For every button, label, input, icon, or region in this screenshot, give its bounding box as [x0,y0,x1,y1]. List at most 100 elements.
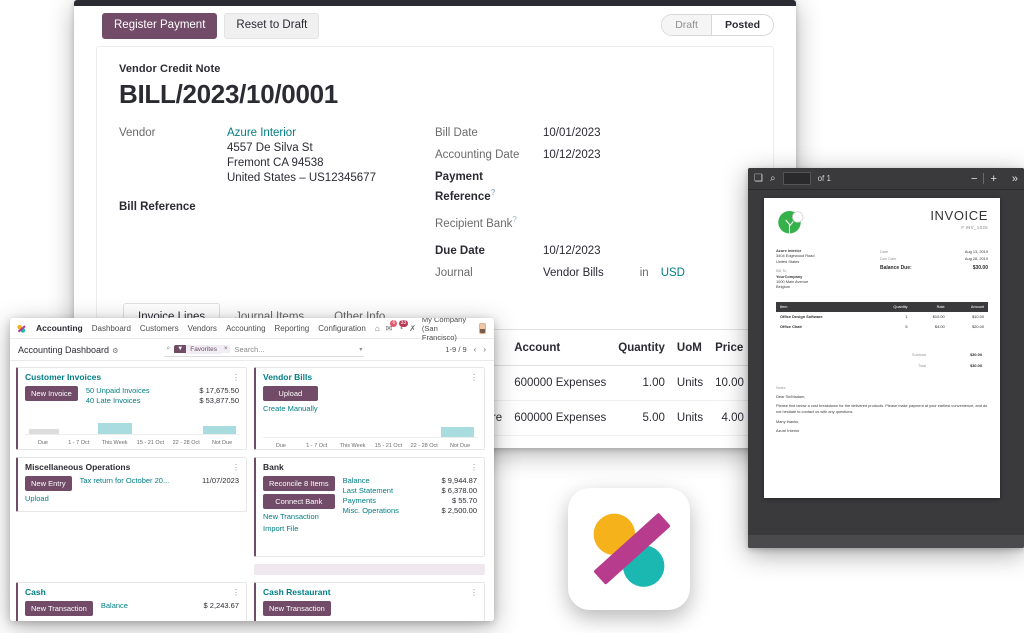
new-invoice-button[interactable]: New Invoice [25,386,78,401]
help-tooltip-icon[interactable]: ? [491,188,496,197]
card-menu-icon[interactable]: ⋮ [232,588,240,597]
navbar-app-name[interactable]: Accounting [36,323,83,333]
recipient-bank-label: Recipient Bank? [435,212,543,232]
stat-last-statement: Last Statement $ 6,378.00 [343,486,477,496]
column-price[interactable]: Price [709,331,750,366]
chevron-right-icon[interactable]: › [483,345,486,354]
card-menu-icon[interactable]: ⋮ [470,463,478,472]
row-item: Office Chair [780,324,803,330]
card-menu-icon[interactable]: ⋮ [470,588,478,597]
stat-label[interactable]: Last Statement [343,486,393,496]
card-title[interactable]: Cash Restaurant [263,587,331,597]
row-uom[interactable]: Units [670,365,710,401]
help-tooltip-icon[interactable]: ? [512,215,516,224]
debug-icon[interactable]: ✗ [409,324,416,333]
row-quantity: 5 [905,324,908,330]
sidebar-toggle-icon[interactable]: ❏ [754,173,763,184]
search-bar[interactable]: ⌕ ▼ Favorites × Search... ▾ [164,342,365,357]
stat-label[interactable]: Balance [101,601,128,611]
odoo-brand-icon [593,513,671,587]
odoo-logo-icon[interactable] [16,323,27,334]
card-title[interactable]: Miscellaneous Operations [25,462,130,472]
menu-reporting[interactable]: Reporting [275,324,310,333]
status-posted[interactable]: Posted [710,15,773,35]
card-title[interactable]: Cash [25,587,46,597]
accounting-date-value[interactable]: 10/12/2023 [543,148,601,163]
stat-label[interactable]: 50 Unpaid Invoices [86,386,150,396]
upload-link[interactable]: Upload [25,494,72,503]
row-quantity[interactable]: 5.00 [612,400,671,436]
journal-currency-link[interactable]: USD [661,266,685,281]
page-number-input[interactable] [782,172,811,185]
new-transaction-link[interactable]: New Transaction [263,512,335,521]
row-price[interactable]: 4.00 [709,400,750,436]
menu-customers[interactable]: Customers [140,324,179,333]
stat-label[interactable]: 40 Late Invoices [86,396,141,406]
stat-label[interactable]: Balance [343,476,370,486]
card-menu-icon[interactable]: ⋮ [470,373,478,382]
card-title[interactable]: Customer Invoices [25,372,101,382]
row-account[interactable]: 600000 Expenses [508,365,613,401]
card-stats: Balance $ 2,243.67 [101,601,239,616]
new-entry-button[interactable]: New Entry [25,476,72,491]
reset-to-draft-button[interactable]: Reset to Draft [224,13,320,39]
register-payment-button[interactable]: Register Payment [102,13,218,39]
facet-remove-icon[interactable]: × [220,345,231,353]
zoom-out-button[interactable]: − [971,173,977,185]
stat-label[interactable]: Payments [343,496,376,506]
bill-date-value[interactable]: 10/01/2023 [543,126,601,141]
menu-accounting[interactable]: Accounting [226,324,266,333]
horizontal-scrollbar[interactable] [254,564,485,575]
row-price[interactable]: 10.00 [709,365,750,401]
menu-dashboard[interactable]: Dashboard [92,324,131,333]
card-header: Bank ⋮ [256,458,484,474]
upload-button[interactable]: Upload [263,386,318,401]
reconcile-items-button[interactable]: Reconcile 8 Items [263,476,335,491]
vendor-value-link[interactable]: Azure Interior [227,126,376,141]
row-account[interactable]: 600000 Expenses [508,400,613,436]
chevron-down-icon[interactable]: ▾ [359,346,362,353]
card-header: Cash Restaurant ⋮ [256,583,484,599]
column-rate: Rate [911,301,949,312]
messages-icon[interactable]: ✉ 6 [386,319,398,333]
invoice-header: INVOICE # INV_1025 [776,208,988,238]
app-logo-tile [568,488,690,610]
stat-label[interactable]: Tax return for October 20... [80,476,170,486]
row-quantity[interactable]: 1.00 [612,365,671,401]
activities-icon[interactable]: ⌂ [375,324,380,333]
create-manually-link[interactable]: Create Manually [263,404,318,413]
menu-configuration[interactable]: Configuration [318,324,366,333]
card-title[interactable]: Bank [263,462,284,472]
breadcrumb-text: Accounting Dashboard [18,344,110,355]
notifications-icon[interactable]: ◔ 33 [398,319,409,333]
due-date-value[interactable]: 10/12/2023 [543,244,601,259]
search-input[interactable]: Search... [234,345,264,354]
due-date-row: Due Date 10/12/2023 [435,244,751,259]
menu-vendors[interactable]: Vendors [188,324,217,333]
connect-bank-button[interactable]: Connect Bank [263,494,335,509]
import-file-link[interactable]: Import File [263,524,335,533]
card-menu-icon[interactable]: ⋮ [232,373,240,382]
gear-icon[interactable]: ⚙ [112,348,118,355]
stat-label[interactable]: Misc. Operations [343,506,399,516]
more-tools-icon[interactable]: » [1012,173,1018,185]
company-selector[interactable]: My Company (San Francisco) [422,318,473,342]
column-uom[interactable]: UoM [670,331,710,366]
new-transaction-button[interactable]: New Transaction [263,601,331,616]
card-menu-icon[interactable]: ⋮ [232,463,240,472]
new-transaction-button[interactable]: New Transaction [25,601,93,616]
graph-axis [25,434,240,435]
chevron-left-icon[interactable]: ‹ [474,345,477,354]
row-uom[interactable]: Units [670,400,710,436]
avatar[interactable] [479,322,486,334]
card-title[interactable]: Vendor Bills [263,372,312,382]
search-icon[interactable]: ⌕ [770,173,776,184]
status-draft[interactable]: Draft [662,15,711,35]
search-facet-favorites[interactable]: ▼ Favorites × [174,344,231,354]
zoom-in-button[interactable]: + [990,173,996,185]
card-cash-restaurant: Cash Restaurant ⋮ New Transaction [254,582,485,621]
column-account[interactable]: Account [508,331,613,366]
bill-form-right-column: Bill Date 10/01/2023 Accounting Date 10/… [435,126,751,288]
column-quantity[interactable]: Quantity [612,331,671,366]
journal-value[interactable]: Vendor Bills [543,266,604,281]
